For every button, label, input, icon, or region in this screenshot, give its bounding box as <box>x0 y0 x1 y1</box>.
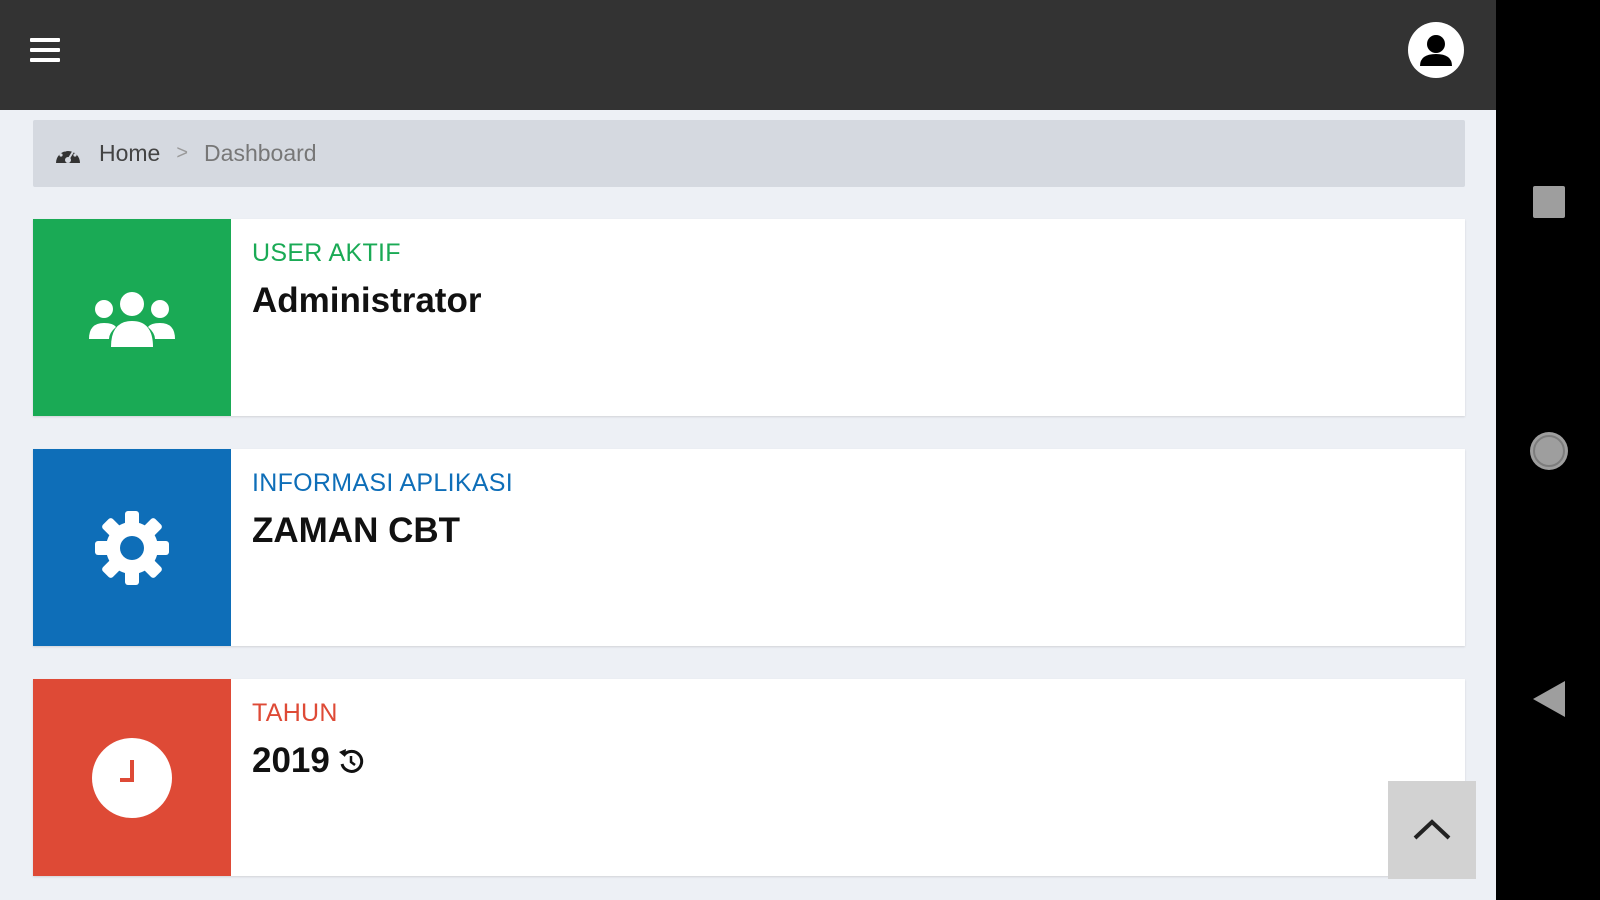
card-value-text: ZAMAN CBT <box>252 511 461 550</box>
chevron-up-icon <box>1413 819 1451 840</box>
scroll-to-top-button[interactable] <box>1388 781 1476 879</box>
card-value: ZAMAN CBT <box>252 511 460 551</box>
top-navbar <box>0 0 1496 110</box>
card-value: Administrator <box>252 281 481 321</box>
gear-icon <box>95 510 169 585</box>
home-button[interactable] <box>1528 430 1570 477</box>
breadcrumb-separator: > <box>176 142 189 164</box>
recent-apps-button[interactable] <box>1532 185 1566 224</box>
card-label: USER AKTIF <box>252 239 401 267</box>
breadcrumb-current: Dashboard <box>204 140 317 166</box>
clock-icon <box>92 737 172 818</box>
card-user-aktif: USER AKTIF Administrator <box>33 219 1465 416</box>
card-icon-box <box>33 449 231 646</box>
card-tahun: TAHUN 2019 <box>33 679 1465 876</box>
dashboard-icon <box>56 147 80 163</box>
back-button[interactable] <box>1531 679 1567 724</box>
user-avatar-icon[interactable] <box>1408 22 1464 78</box>
breadcrumb: Home > Dashboard <box>33 120 1465 187</box>
card-value: 2019 <box>252 741 366 781</box>
circle-icon <box>1530 432 1568 470</box>
card-informasi-aplikasi: INFORMASI APLIKASI ZAMAN CBT <box>33 449 1465 646</box>
app-window: Home > Dashboard USER AKTIF Administrato… <box>0 0 1496 900</box>
card-value-text: 2019 <box>252 741 330 780</box>
users-icon <box>89 291 175 347</box>
card-label: INFORMASI APLIKASI <box>252 469 514 497</box>
square-icon <box>1533 186 1565 218</box>
back-triangle-icon <box>1533 681 1565 717</box>
card-label: TAHUN <box>252 699 338 727</box>
android-nav-bar <box>1496 0 1600 900</box>
hamburger-menu-icon[interactable] <box>30 38 62 68</box>
card-icon-box <box>33 679 231 876</box>
card-value-text: Administrator <box>252 281 482 320</box>
history-icon[interactable] <box>336 746 366 776</box>
breadcrumb-home-link[interactable]: Home <box>99 140 160 167</box>
card-icon-box <box>33 219 231 416</box>
